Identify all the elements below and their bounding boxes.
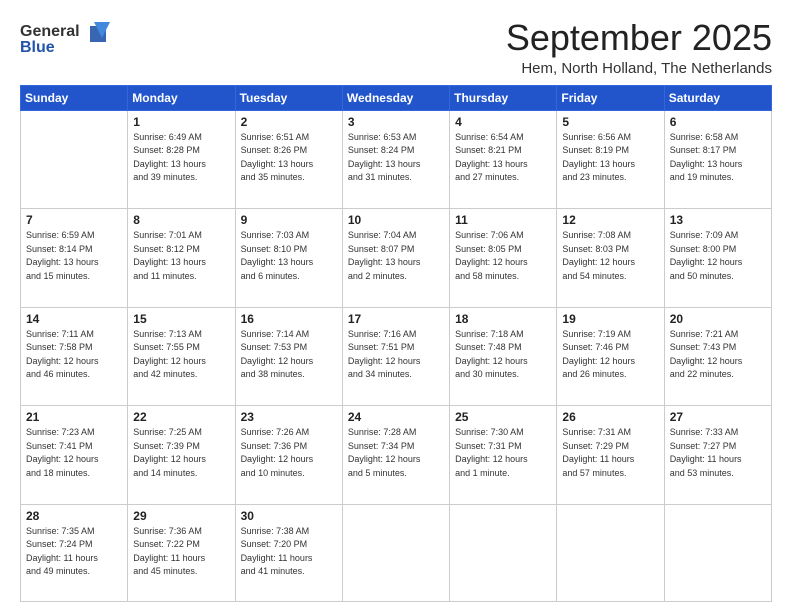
day-cell-18: 18 Sunrise: 7:18 AMSunset: 7:48 PMDaylig… <box>450 307 557 406</box>
day-cell-27: 27 Sunrise: 7:33 AMSunset: 7:27 PMDaylig… <box>664 406 771 505</box>
col-tuesday: Tuesday <box>235 85 342 110</box>
month-title: September 2025 <box>506 18 772 58</box>
day-cell-3: 3 Sunrise: 6:53 AMSunset: 8:24 PMDayligh… <box>342 110 449 209</box>
day-cell-2: 2 Sunrise: 6:51 AMSunset: 8:26 PMDayligh… <box>235 110 342 209</box>
day-cell-6: 6 Sunrise: 6:58 AMSunset: 8:17 PMDayligh… <box>664 110 771 209</box>
day-cell-19: 19 Sunrise: 7:19 AMSunset: 7:46 PMDaylig… <box>557 307 664 406</box>
table-row: 21 Sunrise: 7:23 AMSunset: 7:41 PMDaylig… <box>21 406 772 505</box>
day-cell-28: 28 Sunrise: 7:35 AMSunset: 7:24 PMDaylig… <box>21 504 128 601</box>
day-cell-22: 22 Sunrise: 7:25 AMSunset: 7:39 PMDaylig… <box>128 406 235 505</box>
col-saturday: Saturday <box>664 85 771 110</box>
svg-text:General: General <box>20 23 80 40</box>
day-cell-17: 17 Sunrise: 7:16 AMSunset: 7:51 PMDaylig… <box>342 307 449 406</box>
calendar-header-row: Sunday Monday Tuesday Wednesday Thursday… <box>21 85 772 110</box>
col-thursday: Thursday <box>450 85 557 110</box>
day-cell-7: 7 Sunrise: 6:59 AMSunset: 8:14 PMDayligh… <box>21 209 128 308</box>
table-row: 28 Sunrise: 7:35 AMSunset: 7:24 PMDaylig… <box>21 504 772 601</box>
day-cell-11: 11 Sunrise: 7:06 AMSunset: 8:05 PMDaylig… <box>450 209 557 308</box>
day-cell-30: 30 Sunrise: 7:38 AMSunset: 7:20 PMDaylig… <box>235 504 342 601</box>
logo: General Blue <box>20 18 110 65</box>
table-row: 14 Sunrise: 7:11 AMSunset: 7:58 PMDaylig… <box>21 307 772 406</box>
calendar-table: Sunday Monday Tuesday Wednesday Thursday… <box>20 85 772 602</box>
day-cell-5: 5 Sunrise: 6:56 AMSunset: 8:19 PMDayligh… <box>557 110 664 209</box>
empty-cell <box>557 504 664 601</box>
empty-cell <box>21 110 128 209</box>
col-monday: Monday <box>128 85 235 110</box>
day-cell-29: 29 Sunrise: 7:36 AMSunset: 7:22 PMDaylig… <box>128 504 235 601</box>
table-row: 1 Sunrise: 6:49 AMSunset: 8:28 PMDayligh… <box>21 110 772 209</box>
empty-cell <box>664 504 771 601</box>
day-cell-14: 14 Sunrise: 7:11 AMSunset: 7:58 PMDaylig… <box>21 307 128 406</box>
day-cell-25: 25 Sunrise: 7:30 AMSunset: 7:31 PMDaylig… <box>450 406 557 505</box>
col-friday: Friday <box>557 85 664 110</box>
table-row: 7 Sunrise: 6:59 AMSunset: 8:14 PMDayligh… <box>21 209 772 308</box>
day-cell-23: 23 Sunrise: 7:26 AMSunset: 7:36 PMDaylig… <box>235 406 342 505</box>
title-block: September 2025 Hem, North Holland, The N… <box>506 18 772 77</box>
header: General Blue September 2025 Hem, North H… <box>20 18 772 77</box>
svg-text:Blue: Blue <box>20 39 55 56</box>
day-cell-15: 15 Sunrise: 7:13 AMSunset: 7:55 PMDaylig… <box>128 307 235 406</box>
col-wednesday: Wednesday <box>342 85 449 110</box>
day-cell-13: 13 Sunrise: 7:09 AMSunset: 8:00 PMDaylig… <box>664 209 771 308</box>
day-cell-1: 1 Sunrise: 6:49 AMSunset: 8:28 PMDayligh… <box>128 110 235 209</box>
page: General Blue September 2025 Hem, North H… <box>0 0 792 612</box>
day-cell-20: 20 Sunrise: 7:21 AMSunset: 7:43 PMDaylig… <box>664 307 771 406</box>
day-cell-8: 8 Sunrise: 7:01 AMSunset: 8:12 PMDayligh… <box>128 209 235 308</box>
empty-cell <box>450 504 557 601</box>
location-title: Hem, North Holland, The Netherlands <box>506 60 772 77</box>
day-cell-26: 26 Sunrise: 7:31 AMSunset: 7:29 PMDaylig… <box>557 406 664 505</box>
day-cell-21: 21 Sunrise: 7:23 AMSunset: 7:41 PMDaylig… <box>21 406 128 505</box>
day-cell-24: 24 Sunrise: 7:28 AMSunset: 7:34 PMDaylig… <box>342 406 449 505</box>
empty-cell <box>342 504 449 601</box>
col-sunday: Sunday <box>21 85 128 110</box>
day-cell-4: 4 Sunrise: 6:54 AMSunset: 8:21 PMDayligh… <box>450 110 557 209</box>
day-cell-9: 9 Sunrise: 7:03 AMSunset: 8:10 PMDayligh… <box>235 209 342 308</box>
logo-text: General Blue <box>20 18 110 65</box>
day-cell-12: 12 Sunrise: 7:08 AMSunset: 8:03 PMDaylig… <box>557 209 664 308</box>
day-cell-10: 10 Sunrise: 7:04 AMSunset: 8:07 PMDaylig… <box>342 209 449 308</box>
day-cell-16: 16 Sunrise: 7:14 AMSunset: 7:53 PMDaylig… <box>235 307 342 406</box>
